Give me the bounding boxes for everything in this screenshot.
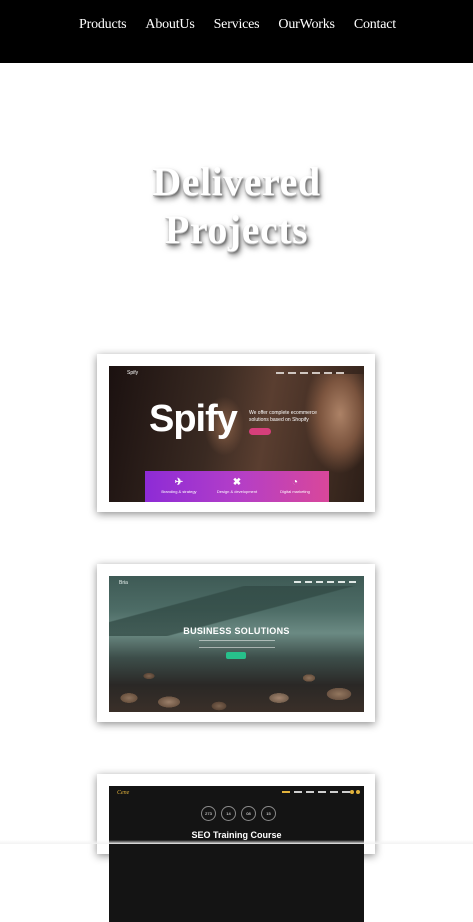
spify-feature-1: ✈ Branding & strategy: [149, 477, 209, 494]
seo-hero-text: SEO Training Course: [191, 830, 282, 840]
countdown-seconds: 15: [261, 806, 276, 821]
spify-feature-band: ✈ Branding & strategy ✖ Design & develop…: [145, 471, 329, 502]
project-card-business[interactable]: Bria BUSINESS SOLUTIONS: [97, 564, 375, 722]
main-nav: Products AboutUs Services OurWorks Conta…: [0, 17, 473, 33]
pie-chart-icon: ◔: [291, 477, 299, 488]
project-screenshot-business: Bria BUSINESS SOLUTIONS: [109, 576, 364, 712]
business-subtext-lines: [199, 640, 275, 648]
nav-link-products[interactable]: Products: [79, 17, 127, 33]
nav-link-contact[interactable]: Contact: [354, 17, 396, 33]
rocket-icon: ✈: [174, 477, 184, 488]
nav-link-aboutus[interactable]: AboutUs: [145, 17, 194, 33]
bria-mini-nav: [294, 581, 356, 583]
spify-tagline: We offer complete ecommerce solutions ba…: [249, 410, 317, 423]
countdown-timers: 273 14 08 15: [201, 806, 276, 821]
bottom-fade: [0, 840, 473, 844]
spify-logo: Spify: [127, 370, 139, 376]
countdown-hours: 14: [221, 806, 236, 821]
project-screenshot-seo: Cene 273 14 08 15 SEO Training Course: [109, 786, 364, 922]
spify-cta-button: [249, 428, 271, 435]
cene-social-dots: [350, 790, 360, 794]
business-hero-text: BUSINESS SOLUTIONS: [183, 626, 290, 636]
section-title-line2: Projects: [164, 207, 309, 252]
project-card-spify[interactable]: Spify Spify We offer complete ecommerce …: [97, 354, 375, 512]
bria-logo: Bria: [119, 580, 128, 586]
nav-link-services[interactable]: Services: [214, 17, 260, 33]
section-title: Delivered Projects: [0, 158, 473, 254]
countdown-minutes: 08: [241, 806, 256, 821]
top-navbar: Products AboutUs Services OurWorks Conta…: [0, 0, 473, 63]
countdown-days: 273: [201, 806, 216, 821]
business-cta-button: [226, 652, 246, 659]
tools-icon: ✖: [232, 477, 242, 488]
rocks-photo: [109, 668, 364, 712]
spify-feature-2: ✖ Design & development: [207, 477, 267, 494]
project-screenshot-spify: Spify Spify We offer complete ecommerce …: [109, 366, 364, 502]
nav-link-ourworks[interactable]: OurWorks: [278, 17, 335, 33]
section-title-line1: Delivered: [152, 159, 321, 204]
spify-hero-text: Spify: [149, 398, 238, 440]
spify-feature-3: ◔ Digital marketing: [265, 477, 325, 494]
hero-photo-face: [304, 374, 364, 474]
cene-logo: Cene: [117, 790, 130, 796]
spify-mini-nav: [276, 372, 344, 374]
cene-mini-nav: [282, 791, 350, 793]
